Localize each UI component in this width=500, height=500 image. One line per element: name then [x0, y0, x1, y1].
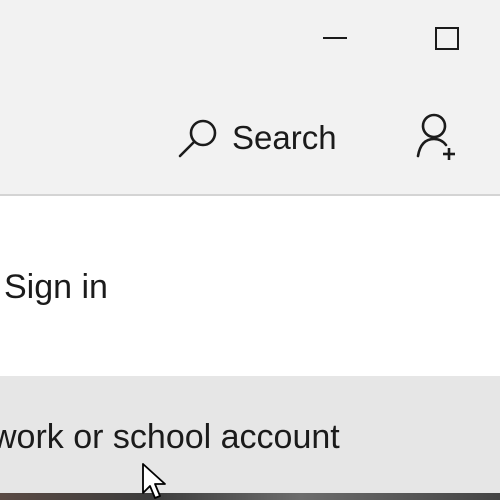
- search-button[interactable]: Search: [172, 110, 337, 166]
- search-icon: [178, 119, 217, 158]
- minimize-button[interactable]: [305, 0, 365, 76]
- maximize-button[interactable]: [417, 0, 477, 76]
- main-content: Sign in work or school account: [0, 198, 500, 500]
- maximize-icon: [435, 26, 459, 50]
- mouse-cursor-icon: [142, 463, 166, 499]
- account-option-label: work or school account: [0, 418, 340, 456]
- add-account-icon: [416, 113, 455, 160]
- title-bar: [0, 0, 500, 76]
- search-label: Search: [232, 119, 337, 156]
- add-account-button[interactable]: [406, 106, 470, 170]
- minimize-icon: [323, 37, 347, 39]
- toolbar: Search: [0, 76, 500, 196]
- background-strip: [0, 493, 500, 500]
- sign-in-heading: Sign in: [4, 268, 108, 306]
- work-school-account-option[interactable]: work or school account: [0, 376, 500, 500]
